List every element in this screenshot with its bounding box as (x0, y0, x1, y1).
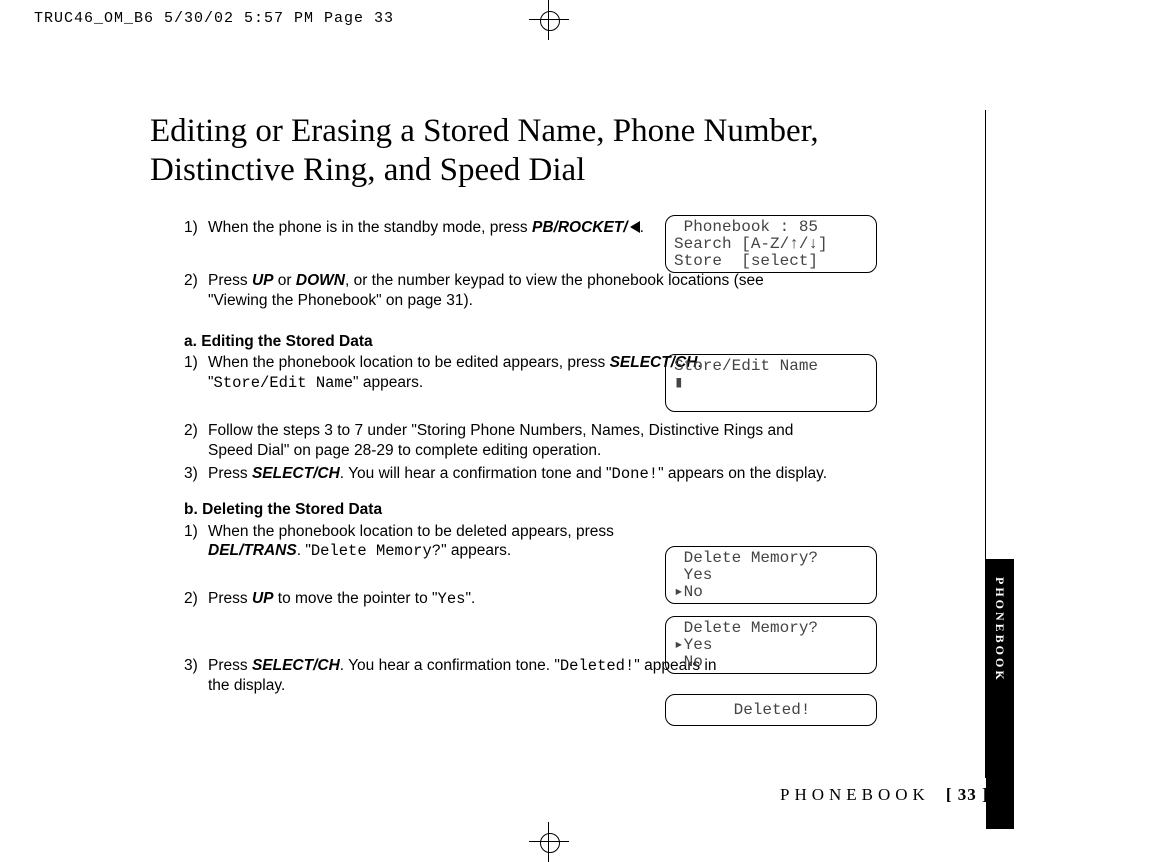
section-b-head: b. Deleting the Stored Data (184, 500, 1010, 519)
text: " appears. (353, 374, 423, 391)
section-b-step-1: 1) When the phonebook location to be del… (184, 522, 1010, 562)
page-content: Editing or Erasing a Stored Name, Phone … (150, 112, 1010, 812)
lcd-text-inline: Deleted! (560, 657, 634, 675)
side-tab: PHONEBOOK (986, 559, 1014, 829)
text: Press (208, 590, 252, 607)
lcd-text-inline: Done! (612, 465, 659, 483)
side-tab-label: PHONEBOOK (992, 577, 1007, 683)
text: . " (297, 542, 311, 559)
footer: PHONEBOOK [ 33 ] (780, 785, 989, 805)
registration-mark-bottom (529, 822, 569, 862)
text: Press (208, 465, 252, 482)
text: When the phonebook location to be edited… (208, 354, 610, 371)
section-a-step-2: 2) Follow the steps 3 to 7 under "Storin… (184, 421, 1010, 460)
prepress-header: TRUC46_OM_B6 5/30/02 5:57 PM Page 33 (34, 10, 394, 27)
section-a-step-1: 1) When the phonebook location to be edi… (184, 353, 1010, 393)
footer-page-number: [ 33 ] (946, 785, 989, 804)
lcd-delete-no: Delete Memory? Yes ▸No (665, 546, 877, 604)
footer-section: PHONEBOOK (780, 785, 930, 804)
section-b-step-3: 3) Press SELECT/CH. You hear a confirmat… (184, 656, 1010, 696)
text: to move the pointer to " (273, 590, 437, 607)
body-text: 1) When the phone is in the standby mode… (150, 218, 1010, 696)
intro-step-1: 1) When the phone is in the standby mode… (184, 218, 1010, 237)
text: " appears. (441, 542, 511, 559)
page-title: Editing or Erasing a Stored Name, Phone … (150, 112, 1010, 190)
section-a-head: a. Editing the Stored Data (184, 332, 1010, 351)
section-a-step-3: 3) Press SELECT/CH. You will hear a conf… (184, 464, 1010, 484)
text: Follow the steps 3 to 7 under "Storing P… (208, 422, 793, 458)
text: Press (208, 272, 252, 289)
text: Press (208, 657, 252, 674)
key-select-ch: SELECT/CH (252, 465, 340, 482)
lcd-deleted: Deleted! (665, 694, 877, 726)
key-down: DOWN (296, 272, 345, 289)
key-up: UP (252, 590, 274, 607)
section-b-step-2: 2) Press UP to move the pointer to "Yes"… (184, 589, 1010, 609)
text: When the phonebook location to be delete… (208, 523, 614, 540)
registration-mark-top (529, 0, 569, 40)
lcd-text-inline: Delete Memory? (311, 542, 441, 560)
text: ". (465, 590, 475, 607)
text: . (640, 219, 644, 236)
text: " appears on the display. (658, 465, 827, 482)
lcd-text-inline: Store/Edit Name (214, 374, 354, 392)
text: . You will hear a confirmation tone and … (340, 465, 612, 482)
intro-step-2: 2) Press UP or DOWN, or the number keypa… (184, 271, 1010, 310)
key-del-trans: DEL/TRANS (208, 542, 297, 559)
text: . You hear a confirmation tone. " (340, 657, 560, 674)
lcd-delete-yes: Delete Memory? ▸Yes No (665, 616, 877, 674)
lcd-store-edit: Store/Edit Name ▮ (665, 354, 877, 412)
key-pb-rocket: PB/ROCKET/ (532, 219, 628, 236)
key-select-ch: SELECT/CH (252, 657, 340, 674)
lcd-phonebook: Phonebook : 85 Search [A-Z/↑/↓] Store [s… (665, 215, 877, 273)
lcd-text-inline: Yes (438, 590, 466, 608)
text: When the phone is in the standby mode, p… (208, 219, 532, 236)
left-arrow-icon (630, 221, 640, 233)
key-up: UP (252, 272, 274, 289)
text: or (273, 272, 295, 289)
